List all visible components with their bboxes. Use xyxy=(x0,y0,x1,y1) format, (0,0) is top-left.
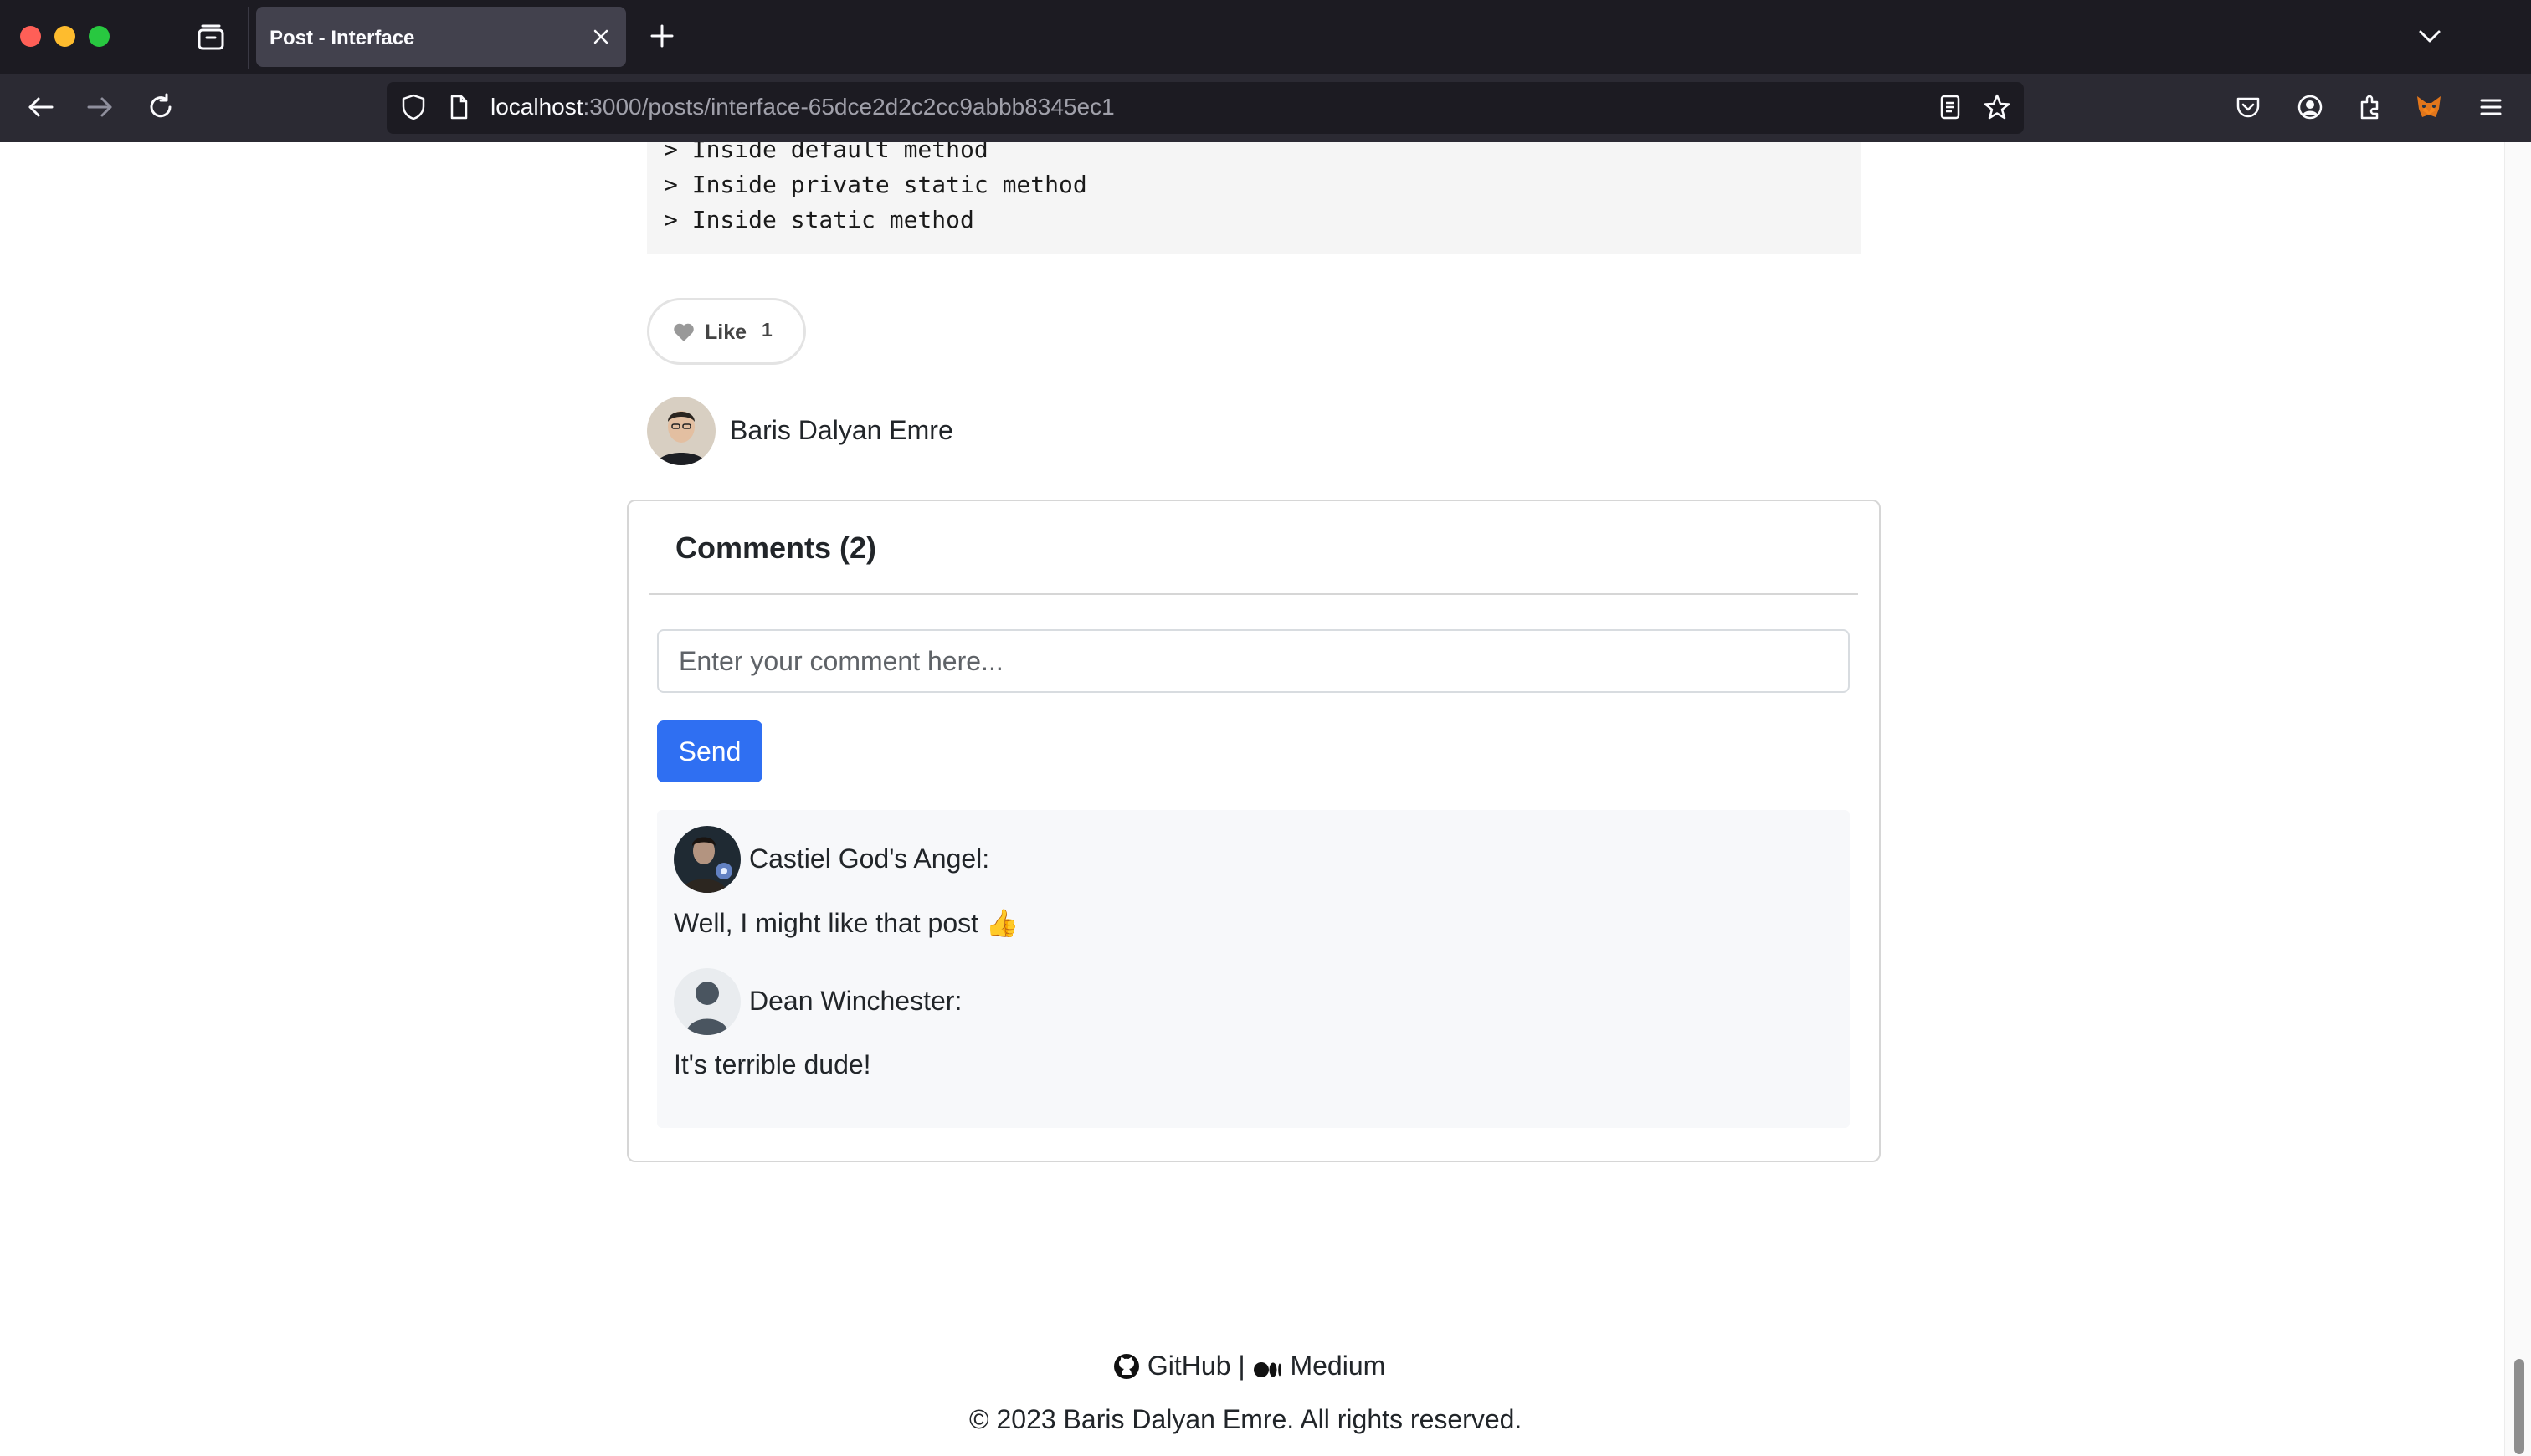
metamask-fox-icon[interactable] xyxy=(2414,92,2444,122)
tab-overview-icon[interactable] xyxy=(196,22,226,52)
author-photo xyxy=(647,397,716,465)
code-line: > Inside static method xyxy=(664,206,974,233)
bookmark-star-icon[interactable] xyxy=(1982,92,2012,122)
account-icon[interactable] xyxy=(2295,92,2325,122)
author-avatar xyxy=(647,397,716,465)
reload-icon[interactable] xyxy=(146,92,176,122)
tab-title: Post - Interface xyxy=(270,27,415,49)
github-label: GitHub xyxy=(1147,1351,1231,1381)
medium-link[interactable]: Medium xyxy=(1253,1351,1386,1381)
menu-icon[interactable] xyxy=(2476,92,2506,122)
back-arrow-icon[interactable] xyxy=(25,92,55,122)
footer-separator: | xyxy=(1238,1351,1245,1381)
comments-title: Comments (2) xyxy=(675,531,877,565)
shield-icon[interactable] xyxy=(398,92,429,122)
tab-divider xyxy=(248,7,249,69)
comment-text: It's terrible dude! xyxy=(674,1049,871,1079)
chevron-down-icon[interactable] xyxy=(2417,23,2442,49)
medium-icon xyxy=(1253,1362,1281,1377)
comment-input[interactable] xyxy=(657,629,1850,693)
new-tab-icon[interactable] xyxy=(649,23,675,49)
tab-post-interface[interactable]: Post - Interface xyxy=(256,7,626,67)
page-icon xyxy=(450,95,468,120)
send-button[interactable]: Send xyxy=(657,720,762,782)
github-link[interactable]: GitHub xyxy=(1113,1351,1238,1381)
github-icon xyxy=(1114,1354,1139,1379)
code-line: > Inside default method xyxy=(664,142,988,163)
default-user-avatar-icon xyxy=(674,968,741,1035)
close-window-button[interactable] xyxy=(20,26,41,47)
medium-label: Medium xyxy=(1290,1351,1386,1381)
url-host: localhost xyxy=(490,94,583,120)
like-label: Like xyxy=(705,320,747,344)
like-button[interactable]: Like 1 xyxy=(647,298,806,365)
forward-arrow-icon[interactable] xyxy=(85,92,116,122)
comment-author: Castiel God's Angel: xyxy=(749,843,990,874)
castiel-photo xyxy=(674,826,741,893)
heart-icon xyxy=(674,323,694,341)
copyright-text: © 2023 Baris Dalyan Emre. All rights res… xyxy=(969,1404,1522,1434)
extensions-icon[interactable] xyxy=(2355,92,2385,122)
comments-divider xyxy=(649,593,1858,595)
url-path: :3000/posts/interface-65dce2d2c2cc9abbb8… xyxy=(583,94,1115,120)
scrollbar-thumb[interactable] xyxy=(2514,1359,2524,1454)
comment-text: Well, I might like that post 👍 xyxy=(674,908,1019,938)
footer-links: GitHub | Medium xyxy=(1113,1351,1385,1382)
like-count: 1 xyxy=(762,319,773,341)
tab-bar: Post - Interface xyxy=(0,0,2531,74)
url-text[interactable]: localhost:3000/posts/interface-65dce2d2c… xyxy=(490,94,1115,120)
commenter-avatar xyxy=(674,826,741,893)
comment-author: Dean Winchester: xyxy=(749,986,963,1016)
close-tab-icon[interactable] xyxy=(589,25,613,49)
code-output-block: > Inside default method > Inside private… xyxy=(647,142,1861,254)
author-name[interactable]: Baris Dalyan Emre xyxy=(730,415,953,446)
commenter-avatar xyxy=(674,968,741,1035)
maximize-window-button[interactable] xyxy=(89,26,110,47)
minimize-window-button[interactable] xyxy=(54,26,75,47)
scrollbar-track[interactable] xyxy=(2504,142,2531,1456)
reader-view-icon[interactable] xyxy=(1935,92,1965,122)
code-line: > Inside private static method xyxy=(664,171,1087,198)
pocket-icon[interactable] xyxy=(2233,92,2263,122)
